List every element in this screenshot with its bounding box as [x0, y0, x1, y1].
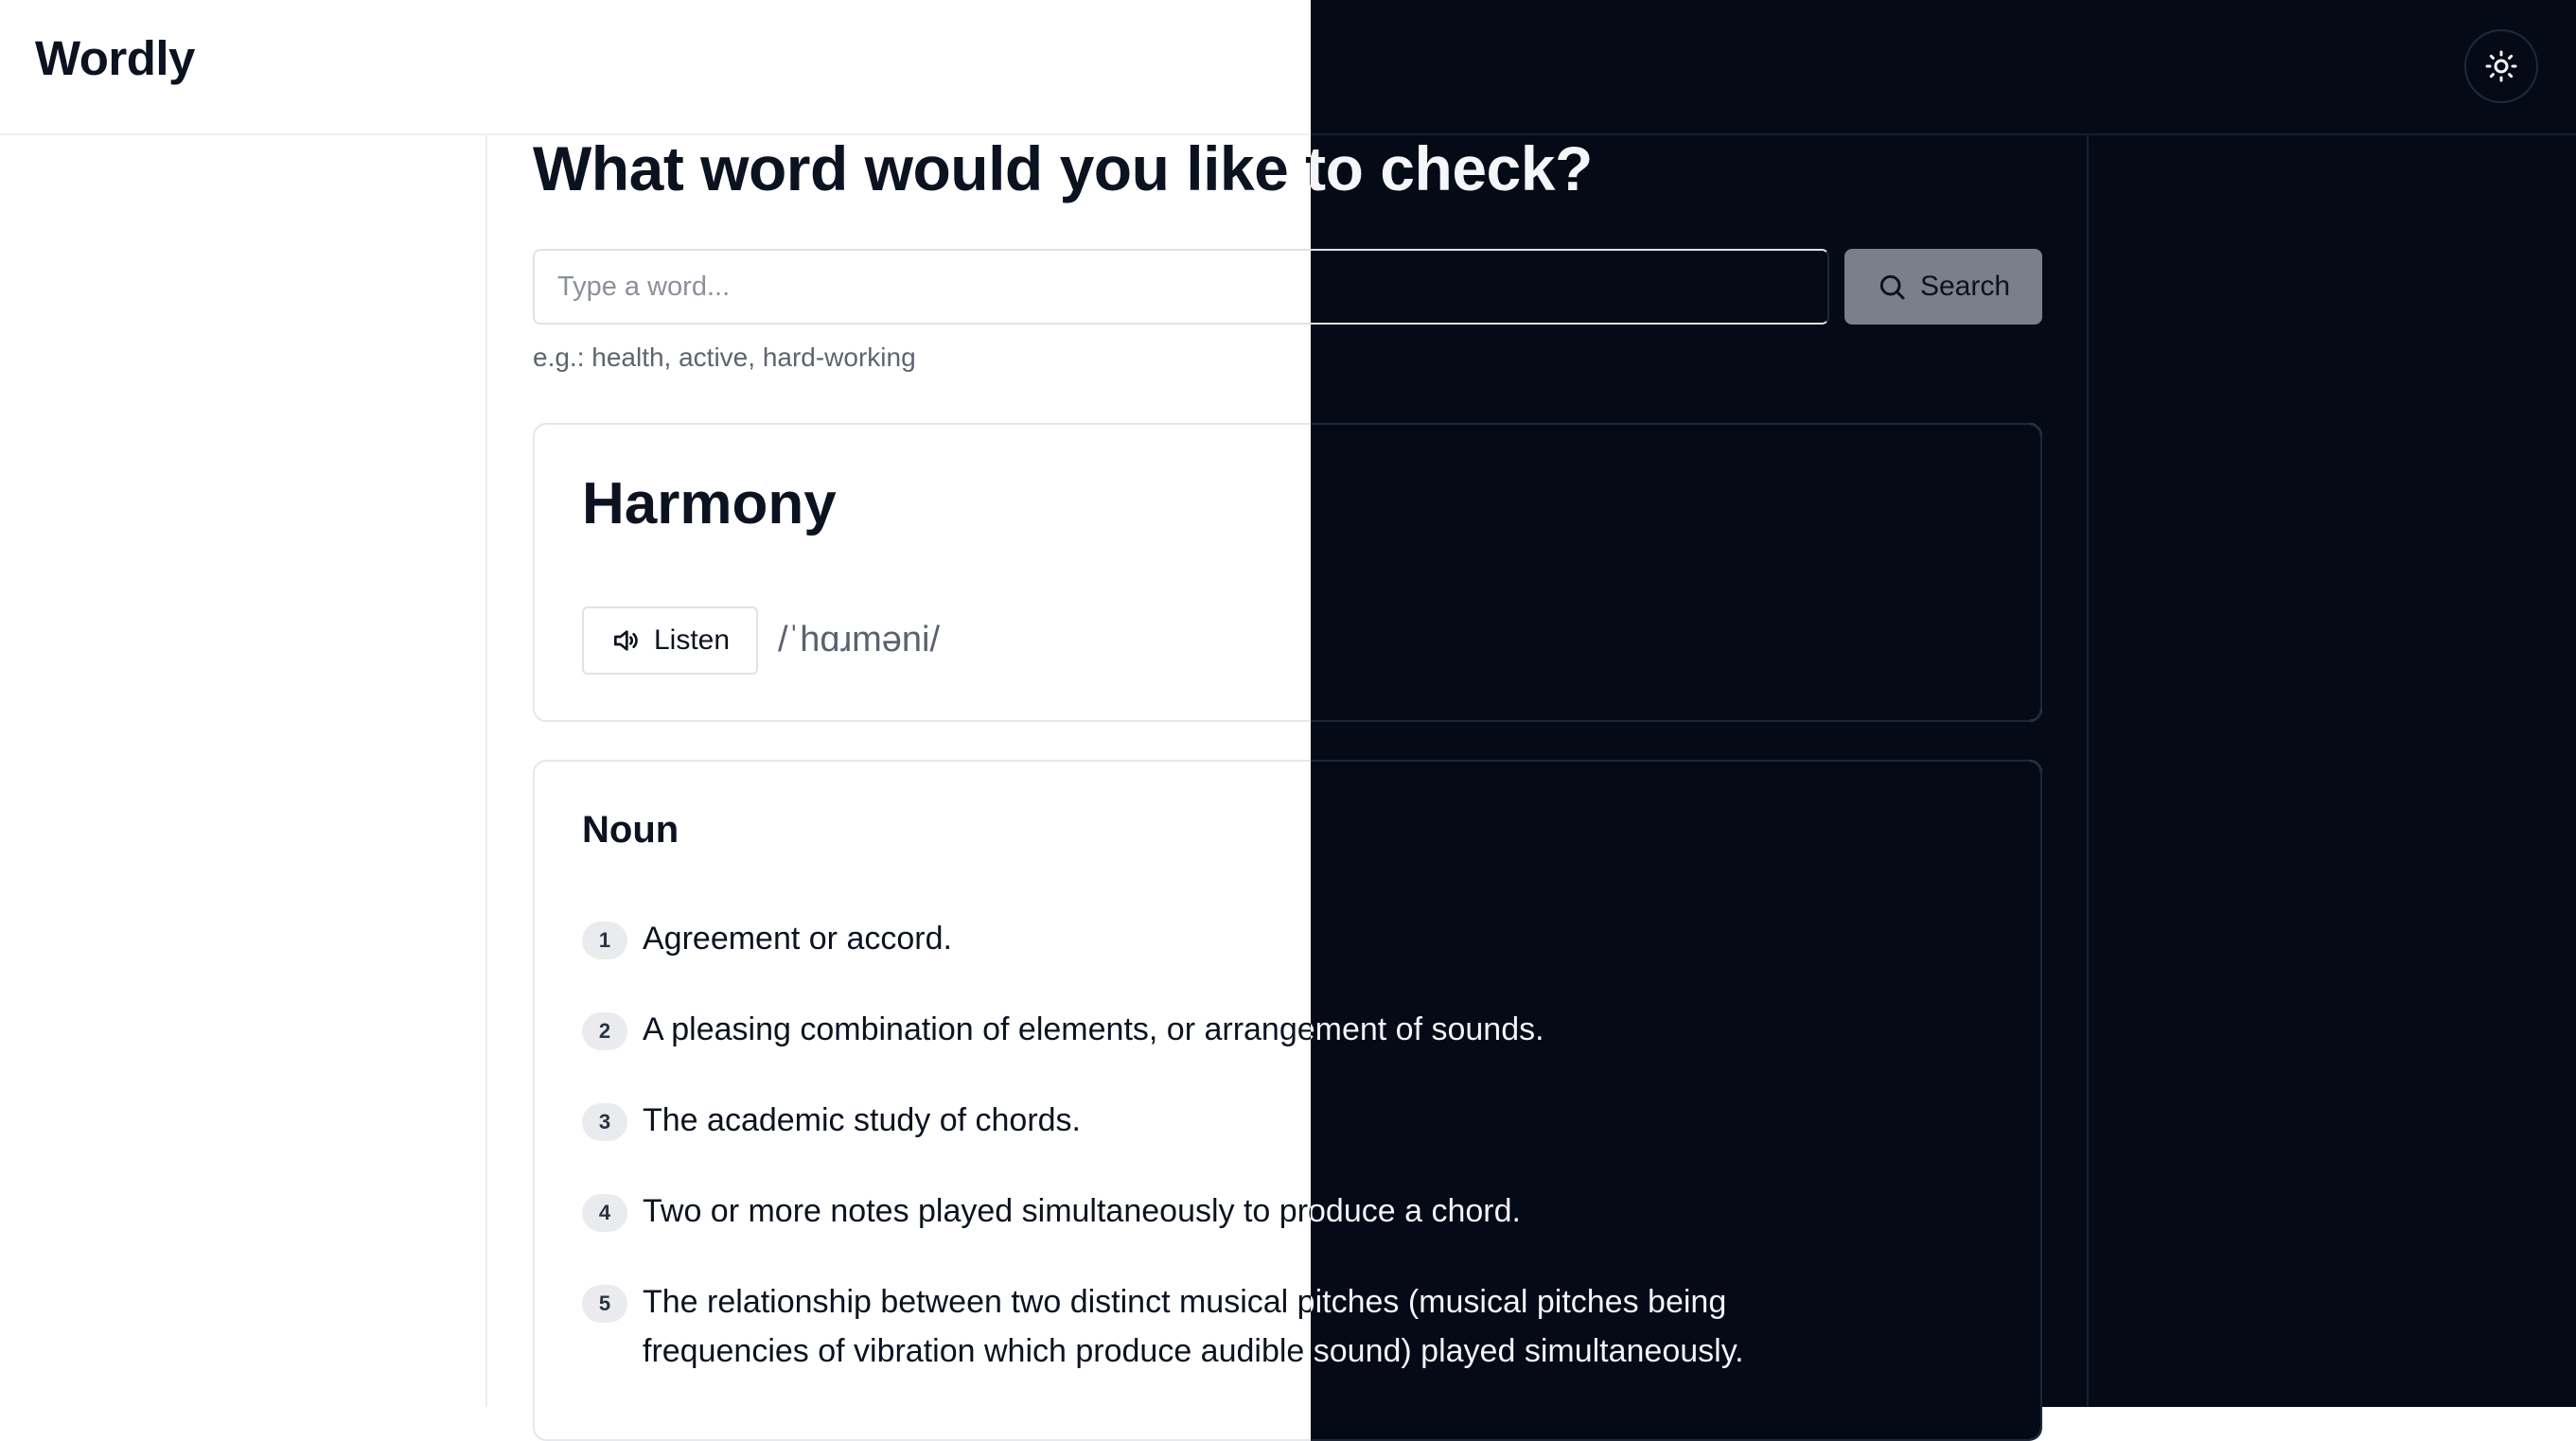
- definition-number-badge: 5: [582, 1285, 627, 1323]
- definition-item: 5 The relationship between two distinct …: [582, 1281, 1873, 1376]
- definition-item: 2 A pleasing combination of elements, or…: [582, 1009, 1544, 1054]
- search-button[interactable]: Search: [1844, 249, 2042, 325]
- content-border-right: [2087, 135, 2089, 1407]
- search-hint: e.g.: health, active, hard-working: [533, 343, 916, 372]
- word-title: Harmony: [582, 471, 837, 536]
- meaning-card: Noun 1 Agreement or accord. 2 A pleasing…: [533, 760, 2042, 1441]
- definition-text: Two or more notes played simultaneously …: [643, 1186, 1521, 1236]
- page-title: What word would you like to check?: [533, 133, 1593, 203]
- definition-number-badge: 2: [582, 1012, 627, 1050]
- search-input[interactable]: [533, 249, 1829, 325]
- definition-number-badge: 1: [582, 922, 627, 959]
- definition-text: A pleasing combination of elements, or a…: [643, 1005, 1544, 1054]
- word-card: Harmony Listen /ˈhɑɹməni/: [533, 423, 2042, 722]
- theme-toggle-button[interactable]: [2464, 29, 2538, 103]
- phonetic-text: /ˈhɑɹməni/: [778, 620, 941, 659]
- definition-text: The relationship between two distinct mu…: [643, 1277, 1873, 1376]
- definition-item: 1 Agreement or accord.: [582, 918, 952, 963]
- search-icon: [1879, 274, 1905, 300]
- definition-number-badge: 4: [582, 1194, 627, 1232]
- definition-number-badge: 3: [582, 1103, 627, 1141]
- definition-item: 3 The academic study of chords.: [582, 1099, 1081, 1145]
- listen-button[interactable]: Listen: [582, 606, 758, 675]
- speaker-icon: [613, 630, 638, 651]
- definition-text: Agreement or accord.: [643, 914, 952, 963]
- listen-button-label: Listen: [653, 624, 731, 656]
- definition-item: 4 Two or more notes played simultaneousl…: [582, 1190, 1521, 1236]
- search-button-label: Search: [1919, 271, 2011, 302]
- definition-text: The academic study of chords.: [643, 1096, 1081, 1145]
- sun-icon: [2485, 50, 2517, 82]
- app-logo[interactable]: Wordly: [35, 30, 195, 86]
- content-border-left: [485, 135, 487, 1407]
- part-of-speech-title: Noun: [582, 809, 679, 851]
